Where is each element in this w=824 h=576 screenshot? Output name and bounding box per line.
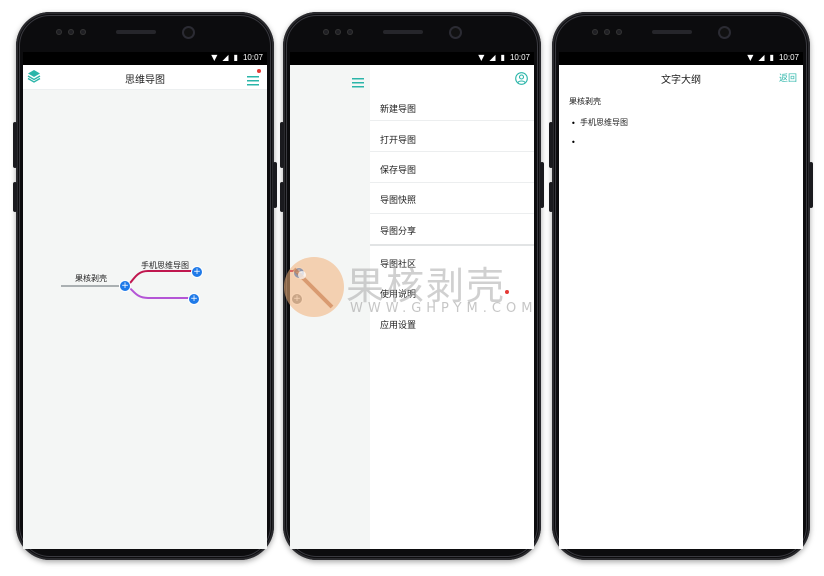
page-title: 思维导图 (125, 75, 165, 86)
menu-icon[interactable] (352, 73, 364, 92)
app-bar: 文字大纲 返回 (559, 65, 803, 89)
menu-divider (370, 120, 534, 121)
branch-upper (123, 270, 193, 287)
volume-button (549, 122, 553, 168)
screen-mindmap: ▼ ◢ ▮ 10:07 思维导图 果核剥壳 手机思维导图 + + + (23, 52, 267, 549)
wifi-icon: ▼ (747, 53, 754, 62)
mindmap-branches (61, 270, 193, 299)
add-node-icon[interactable]: + (119, 280, 131, 292)
menu-icon[interactable] (247, 71, 259, 90)
help-badge (505, 290, 509, 294)
child-node-label[interactable]: 手机思维导图 (141, 260, 189, 271)
menu-divider (370, 151, 534, 152)
status-time: 10:07 (509, 53, 530, 62)
bixby-button (280, 182, 284, 212)
branch-lower (123, 285, 190, 299)
bullet-dot: • (571, 119, 576, 128)
phone-sensors (323, 26, 460, 38)
battery-icon: ▮ (233, 53, 238, 62)
mindmap-canvas[interactable]: 果核剥壳 手机思维导图 + + + (23, 90, 267, 549)
status-time: 10:07 (778, 53, 799, 62)
mindmap-branches-partial (290, 270, 295, 272)
phone-frame-2: ▼ ◢ ▮ 10:07 + + 新建导图 打开导图 保存导图 导图快照 导图分享… (280, 12, 544, 560)
phone-frame-1: ▼ ◢ ▮ 10:07 思维导图 果核剥壳 手机思维导图 + + + (13, 12, 277, 560)
wifi-icon: ▼ (211, 53, 218, 62)
menu-help[interactable]: 使用说明 (380, 287, 416, 300)
power-button (809, 162, 813, 208)
signal-icon: ◢ (489, 53, 496, 62)
menu-new-map[interactable]: 新建导图 (380, 102, 416, 115)
menu-divider (370, 182, 534, 183)
phone-sensors (592, 26, 729, 38)
notification-badge (257, 69, 261, 73)
status-bar: ▼ ◢ ▮ 10:07 (559, 52, 803, 65)
root-node-label[interactable]: 果核剥壳 (75, 273, 107, 284)
add-node-icon[interactable]: + (293, 267, 305, 279)
menu-share-map[interactable]: 导图分享 (380, 224, 416, 237)
status-bar: ▼ ◢ ▮ 10:07 (290, 52, 534, 65)
outline-item[interactable]: 手机思维导图 (580, 117, 628, 128)
bixby-button (549, 182, 553, 212)
bixby-button (13, 182, 17, 212)
phone-frame-3: ▼ ◢ ▮ 10:07 文字大纲 返回 果核剥壳 • 手机思维导图 • (549, 12, 813, 560)
status-bar: ▼ ◢ ▮ 10:07 (23, 52, 267, 65)
menu-settings[interactable]: 应用设置 (380, 318, 416, 331)
signal-icon: ◢ (758, 53, 765, 62)
add-node-icon[interactable]: + (191, 266, 203, 278)
screen-outline: ▼ ◢ ▮ 10:07 文字大纲 返回 果核剥壳 • 手机思维导图 • (559, 52, 803, 549)
wifi-icon: ▼ (478, 53, 485, 62)
menu-divider (370, 213, 534, 214)
power-button (273, 162, 277, 208)
menu-save-map[interactable]: 保存导图 (380, 163, 416, 176)
power-button (540, 162, 544, 208)
menu-community[interactable]: 导图社区 (380, 257, 416, 270)
menu-map-snapshot[interactable]: 导图快照 (380, 193, 416, 206)
outline-root[interactable]: 果核剥壳 (569, 96, 601, 107)
account-icon[interactable] (515, 70, 528, 89)
menu-open-map[interactable]: 打开导图 (380, 133, 416, 146)
screen-menu: ▼ ◢ ▮ 10:07 + + 新建导图 打开导图 保存导图 导图快照 导图分享… (290, 52, 534, 549)
back-button[interactable]: 返回 (779, 71, 797, 84)
menu-divider (370, 244, 534, 246)
phone-sensors (56, 26, 193, 38)
battery-icon: ▮ (769, 53, 774, 62)
volume-button (280, 122, 284, 168)
add-node-icon[interactable]: + (188, 293, 200, 305)
page-title: 文字大纲 (661, 75, 701, 86)
signal-icon: ◢ (222, 53, 229, 62)
bullet-dot: • (571, 138, 576, 147)
battery-icon: ▮ (500, 53, 505, 62)
volume-button (13, 122, 17, 168)
add-node-icon[interactable]: + (291, 293, 303, 305)
app-bar: 思维导图 (23, 65, 267, 90)
navigation-drawer: 新建导图 打开导图 保存导图 导图快照 导图分享 导图社区 使用说明 应用设置 (370, 65, 534, 549)
status-time: 10:07 (242, 53, 263, 62)
dimmed-canvas: + + (290, 65, 370, 549)
